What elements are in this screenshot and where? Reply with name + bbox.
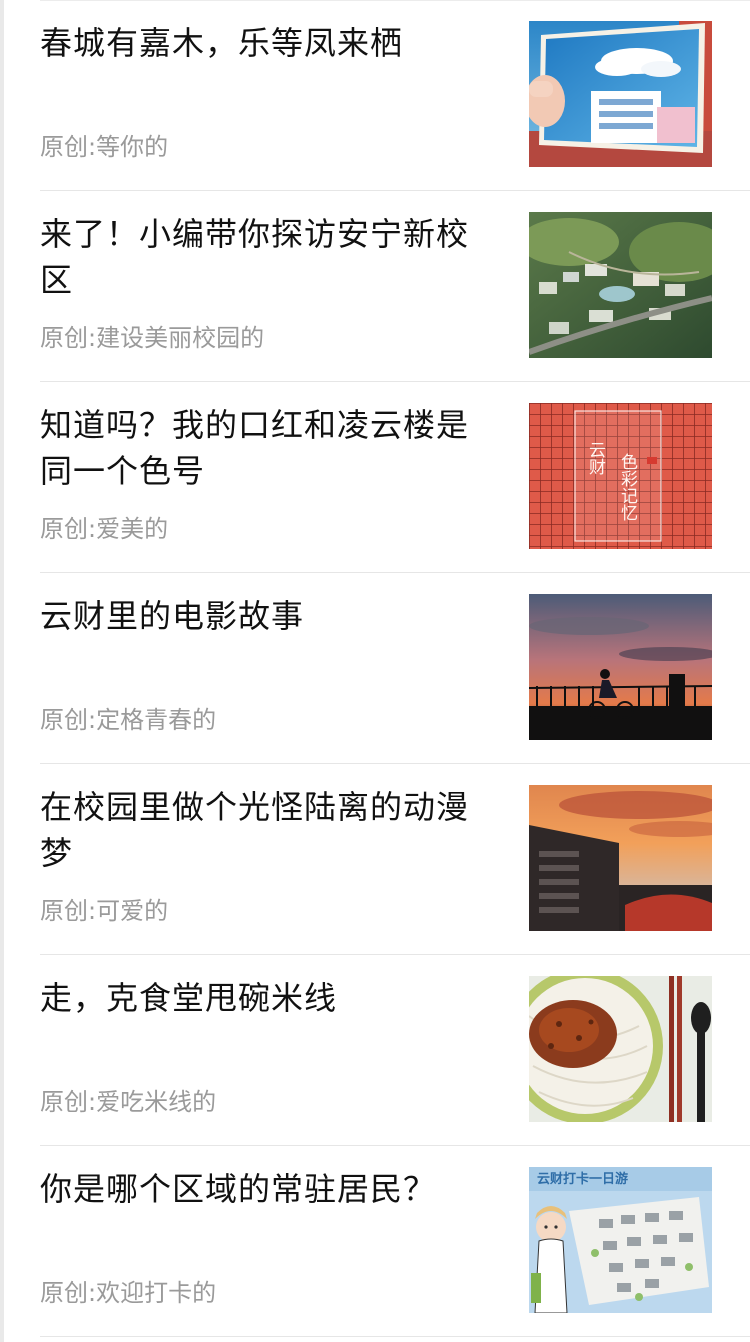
postcard-building-thumbnail — [529, 21, 712, 167]
article-title: 在校园里做个光怪陆离的动漫梦 — [40, 788, 470, 872]
article-item[interactable]: 来了！小编带你探访安宁新校区 原创:建设美丽校园的 — [0, 191, 750, 382]
article-item[interactable]: 在校园里做个光怪陆离的动漫梦 原创:可爱的 — [0, 764, 750, 955]
poster-text-2: 色彩记忆 — [617, 453, 638, 521]
article-title: 知道吗？我的口红和凌云楼是同一个色号 — [40, 406, 470, 490]
article-item[interactable]: 云财里的电影故事 原创:定格青春的 — [0, 573, 750, 764]
map-banner-text: 云财打卡一日游 — [537, 1171, 628, 1187]
article-title: 来了！小编带你探访安宁新校区 — [40, 215, 470, 299]
article-item[interactable]: 你是哪个区域的常驻居民？ 原创:欢迎打卡的 云财打卡一日游 — [0, 1146, 750, 1337]
article-author: 原创:等你的 — [40, 133, 169, 161]
article-author: 原创:爱美的 — [40, 515, 169, 543]
article-author: 原创:定格青春的 — [40, 706, 217, 734]
article-item[interactable]: 春城有嘉木，乐等凤来栖 原创:等你的 — [0, 0, 750, 191]
red-grid-poster-thumbnail: 云财 色彩记忆 — [529, 403, 712, 549]
article-item[interactable]: 知道吗？我的口红和凌云楼是同一个色号 原创:爱美的 云财 色彩记忆 — [0, 382, 750, 573]
article-author: 原创:欢迎打卡的 — [40, 1279, 217, 1307]
article-item[interactable]: 走，克食堂甩碗米线 原创:爱吃米线的 — [0, 955, 750, 1146]
article-author: 原创:可爱的 — [40, 897, 169, 925]
article-title: 春城有嘉木，乐等凤来栖 — [40, 24, 404, 62]
article-author: 原创:爱吃米线的 — [40, 1088, 217, 1116]
article-title: 走，克食堂甩碗米线 — [40, 979, 338, 1017]
poster-text-1: 云财 — [585, 441, 606, 476]
article-title: 云财里的电影故事 — [40, 597, 305, 635]
rice-noodles-thumbnail — [529, 976, 712, 1122]
article-author: 原创:建设美丽校园的 — [40, 324, 265, 352]
sunset-building-thumbnail — [529, 785, 712, 931]
article-title: 你是哪个区域的常驻居民？ — [40, 1170, 437, 1208]
campus-aerial-thumbnail — [529, 212, 712, 358]
article-list: 春城有嘉木，乐等凤来栖 原创:等你的 来了！小编带你探访安宁新校区 原创:建设美… — [0, 0, 750, 1337]
campus-map-thumbnail: 云财打卡一日游 — [529, 1167, 712, 1313]
sunset-cyclist-thumbnail — [529, 594, 712, 740]
